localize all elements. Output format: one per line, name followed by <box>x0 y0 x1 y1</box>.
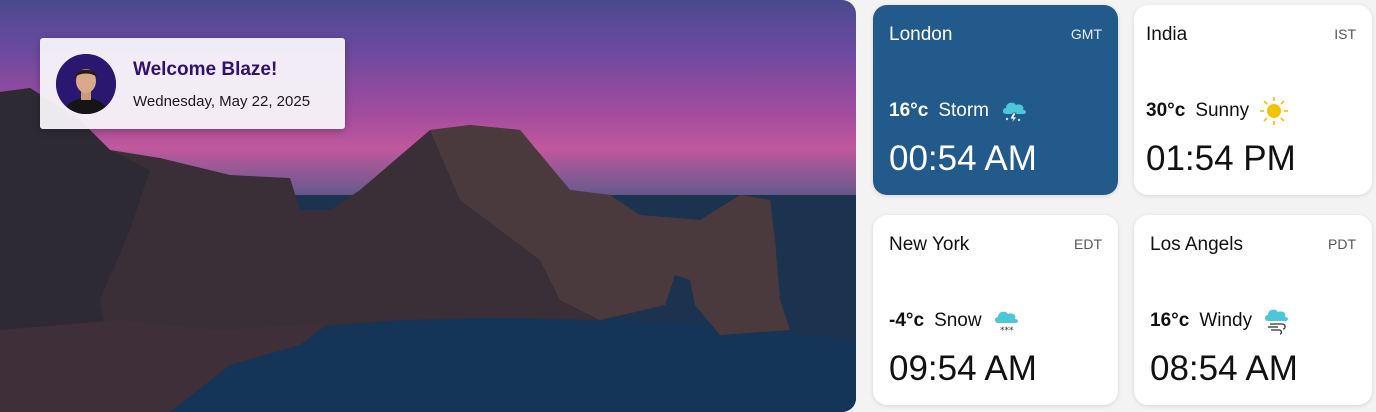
temperature: 16°c <box>1150 310 1190 331</box>
avatar <box>56 54 116 114</box>
weather-condition: -4°c Snow *** <box>889 306 1022 336</box>
timezone-label: GMT <box>1070 26 1102 42</box>
sun-icon <box>1260 97 1289 125</box>
weather-condition: 30°c Sunny <box>1146 96 1289 126</box>
timezone-label: EDT <box>1074 236 1102 252</box>
snow-icon: *** <box>994 311 1018 336</box>
timezone-label: IST <box>1334 26 1356 42</box>
weather-card-los-angels[interactable]: Los Angels PDT 16°c Windy 08:54 AM <box>1134 215 1372 405</box>
temperature: -4°c <box>889 310 925 331</box>
timezone-label: PDT <box>1328 236 1356 252</box>
condition-label: Windy <box>1199 310 1253 331</box>
welcome-title: Welcome Blaze! <box>133 59 278 80</box>
city-name: India <box>1146 24 1188 45</box>
condition-label: Storm <box>938 100 989 121</box>
weather-condition: 16°c Storm <box>889 96 1029 126</box>
temperature: 30°c <box>1146 100 1186 121</box>
city-name: New York <box>889 234 970 255</box>
weather-condition: 16°c Windy <box>1150 306 1292 336</box>
condition-label: Sunny <box>1195 100 1250 121</box>
weather-card-london[interactable]: London GMT 16°c Storm 00:54 AM <box>873 5 1118 195</box>
wind-icon <box>1265 309 1289 335</box>
user-avatar-icon <box>56 54 116 114</box>
svg-text:***: *** <box>1000 326 1014 336</box>
city-name: Los Angels <box>1150 234 1243 255</box>
storm-icon <box>1003 102 1026 125</box>
weather-card-new-york[interactable]: New York EDT -4°c Snow *** 09:54 AM <box>873 215 1118 405</box>
temperature: 16°c <box>889 100 929 121</box>
welcome-card: Welcome Blaze! Wednesday, May 22, 2025 <box>40 38 345 129</box>
local-time: 01:54 PM <box>1146 139 1296 178</box>
city-name: London <box>889 24 953 45</box>
hero-landscape: Welcome Blaze! Wednesday, May 22, 2025 <box>0 0 856 412</box>
local-time: 00:54 AM <box>889 139 1037 178</box>
weather-card-india[interactable]: India IST 30°c Sunny 01:54 PM <box>1134 5 1372 195</box>
local-time: 08:54 AM <box>1150 349 1298 388</box>
local-time: 09:54 AM <box>889 349 1037 388</box>
condition-label: Snow <box>934 310 982 331</box>
welcome-date: Wednesday, May 22, 2025 <box>133 93 311 110</box>
